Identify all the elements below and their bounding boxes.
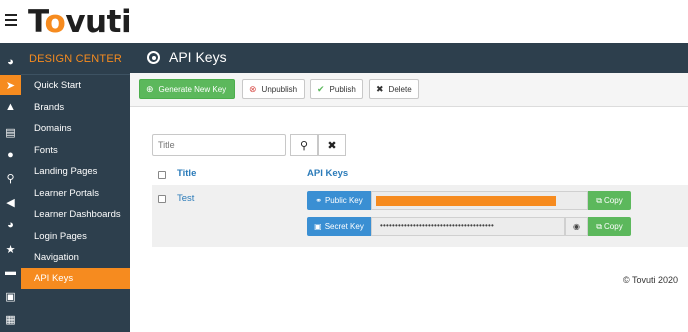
rss-icon[interactable]: ◕ <box>0 215 21 235</box>
sidebar-item-api-keys[interactable]: API Keys <box>21 268 130 289</box>
generate-new-key-label: Generate New Key <box>158 84 227 94</box>
link-icon: ⚭ <box>315 196 322 205</box>
page-title: API Keys <box>169 49 227 65</box>
copy-icon: ⧉ <box>596 195 603 205</box>
graduation-cap-icon[interactable]: ▲ <box>0 97 21 117</box>
search-button[interactable]: ⚲ <box>290 134 318 156</box>
sidebar-item-domains[interactable]: Domains <box>21 118 130 139</box>
column-header-api-keys: API Keys <box>307 168 349 179</box>
sidebar-item-learner-portals[interactable]: Learner Portals <box>21 183 130 204</box>
target-icon <box>147 51 160 64</box>
star-icon[interactable]: ★ <box>0 239 21 259</box>
delete-label: Delete <box>388 84 412 94</box>
public-key-label: Public Key <box>324 196 363 205</box>
title-search-input[interactable] <box>152 134 286 156</box>
rocket-icon[interactable]: ➤ <box>0 75 21 95</box>
sidebar-item-login-pages[interactable]: Login Pages <box>21 226 130 247</box>
credit-card-icon[interactable]: ▬ <box>0 262 21 282</box>
lock-icon: ▣ <box>314 222 322 231</box>
sidebar-item-quick-start[interactable]: Quick Start <box>21 75 130 96</box>
generate-new-key-button[interactable]: ⊕ Generate New Key <box>139 79 235 99</box>
delete-button[interactable]: ✖ Delete <box>369 79 419 99</box>
public-key-field[interactable] <box>371 191 588 210</box>
clear-search-button[interactable]: ✖ <box>318 134 346 156</box>
secret-key-mask: •••••••••••••••••••••••••••••••••••••• <box>380 221 495 230</box>
copy-label: Copy <box>604 222 623 231</box>
sidebar-item-learner-dashboards[interactable]: Learner Dashboards <box>21 204 130 225</box>
megaphone-icon[interactable]: ◀ <box>0 192 21 212</box>
plus-circle-icon: ⊕ <box>146 83 154 94</box>
sidebar: DESIGN CENTER Quick Start Brands Domains… <box>21 43 130 332</box>
unpublish-label: Unpublish <box>261 84 298 94</box>
public-key-button[interactable]: ⚭ Public Key <box>307 191 371 210</box>
copy-public-key-button[interactable]: ⧉ Copy <box>588 191 631 210</box>
publish-label: Publish <box>329 84 356 94</box>
tovuti-logo[interactable]: Tovuti <box>28 4 132 40</box>
row-title-link[interactable]: Test <box>177 193 194 204</box>
row-checkbox[interactable] <box>158 195 166 203</box>
secret-key-button[interactable]: ▣ Secret Key <box>307 217 371 236</box>
sidebar-item-landing-pages[interactable]: Landing Pages <box>21 161 130 182</box>
sidebar-item-fonts[interactable]: Fonts <box>21 140 130 161</box>
x-icon: ✖ <box>376 83 384 94</box>
copyright-footer: © Tovuti 2020 <box>622 275 678 285</box>
bar-chart-icon[interactable]: ▤ <box>0 122 21 142</box>
eye-icon: ◉ <box>573 222 580 231</box>
page-header: API Keys <box>130 43 688 73</box>
calendar-icon[interactable]: ▦ <box>0 309 21 329</box>
toolbar: ⊕ Generate New Key ⊗ Unpublish ✔ Publish… <box>130 73 688 107</box>
copy-icon: ⧉ <box>596 221 603 231</box>
copy-secret-key-button[interactable]: ⧉ Copy <box>588 217 631 236</box>
trophy-icon[interactable]: ⚲ <box>0 168 21 188</box>
unpublish-button[interactable]: ⊗ Unpublish <box>242 79 305 99</box>
users-icon[interactable]: ● <box>0 145 21 165</box>
close-icon: ✖ <box>327 139 337 152</box>
search-icon: ⚲ <box>299 139 309 152</box>
icon-rail: ◕ ➤ ▲ ▤ ● ⚲ ◀ ◕ ★ ▬ ▣ ▦ <box>0 43 21 332</box>
top-bar: Tovuti <box>0 0 688 43</box>
secret-key-label: Secret Key <box>324 222 364 231</box>
check-icon: ✔ <box>317 83 325 94</box>
column-header-title[interactable]: Title <box>177 168 196 179</box>
show-secret-button[interactable]: ◉ <box>565 217 588 236</box>
secret-key-field[interactable]: •••••••••••••••••••••••••••••••••••••• <box>371 217 565 236</box>
publish-button[interactable]: ✔ Publish <box>310 79 363 99</box>
hamburger-menu-icon[interactable] <box>5 14 17 26</box>
public-key-value-redacted <box>376 196 556 206</box>
id-card-icon[interactable]: ▣ <box>0 286 21 306</box>
select-all-checkbox[interactable] <box>158 171 166 179</box>
sidebar-item-brands[interactable]: Brands <box>21 97 130 118</box>
copy-label: Copy <box>604 196 623 205</box>
dashboard-icon[interactable]: ◕ <box>0 52 21 72</box>
times-circle-icon: ⊗ <box>249 83 257 94</box>
sidebar-heading: DESIGN CENTER <box>21 43 130 75</box>
sidebar-item-navigation[interactable]: Navigation <box>21 247 130 268</box>
